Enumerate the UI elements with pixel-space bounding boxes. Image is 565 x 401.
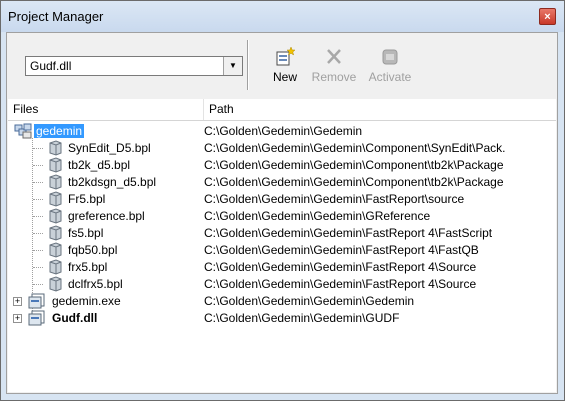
tree-connector	[33, 148, 43, 149]
expand-icon[interactable]: +	[13, 314, 22, 323]
tree-row[interactable]: fs5.bpl C:\Golden\Gedemin\Gedemin\FastRe…	[8, 225, 556, 242]
package-icon	[49, 208, 62, 224]
tree-item-label: fqb50.bpl	[68, 243, 118, 257]
toolbar: Gudf.dll ▼ New Remove Activate	[7, 33, 557, 98]
tree-row[interactable]: tb2kdsgn_d5.bpl C:\Golden\Gedemin\Gedemi…	[8, 174, 556, 191]
package-icon	[49, 157, 62, 173]
project-select-value: Gudf.dll	[30, 59, 72, 73]
activate-icon	[382, 49, 398, 65]
tree-item-path: C:\Golden\Gedemin\Gedemin\Component\tb2k…	[204, 158, 504, 172]
tree-item-path: C:\Golden\Gedemin\Gedemin\FastReport 4\S…	[204, 260, 477, 274]
tree-connector	[33, 165, 43, 166]
remove-icon	[327, 49, 341, 64]
tree-item-path: C:\Golden\Gedemin\Gedemin\FastReport 4\F…	[204, 243, 479, 257]
tree-item-path: C:\Golden\Gedemin\Gedemin\Component\SynE…	[204, 141, 506, 155]
tree-item-path: C:\Golden\Gedemin\Gedemin\FastReport 4\F…	[204, 226, 493, 240]
chevron-down-icon[interactable]: ▼	[223, 57, 242, 75]
tree-row[interactable]: frx5.bpl C:\Golden\Gedemin\Gedemin\FastR…	[8, 259, 556, 276]
tree-item-path: C:\Golden\Gedemin\Gedemin\GReference	[204, 209, 431, 223]
tree-item-label: gedemin.exe	[52, 294, 121, 308]
tree-connector	[33, 199, 43, 200]
package-icon	[49, 174, 62, 190]
tree-connector	[33, 267, 43, 268]
title-bar[interactable]: Project Manager ×	[1, 1, 564, 32]
tree-item-label: frx5.bpl	[68, 260, 108, 274]
project-icon	[28, 310, 45, 326]
package-icon	[49, 225, 62, 241]
tree-item-path: C:\Golden\Gedemin\Gedemin\GUDF	[204, 311, 400, 325]
tree-item-path: C:\Golden\Gedemin\Gedemin\Component\tb2k…	[204, 175, 504, 189]
tree-row-gedemin-exe[interactable]: + gedemin.exe C:\Golden\Gedemin\Gedemin\…	[8, 293, 556, 310]
expand-icon[interactable]: +	[13, 297, 22, 306]
project-tree[interactable]: gedemin C:\Golden\Gedemin\Gedemin SynEdi…	[8, 121, 556, 392]
tree-row-gudf-dll[interactable]: + Gudf.dll C:\Golden\Gedemin\Gedemin\GUD…	[8, 310, 556, 327]
tree-row[interactable]: tb2k_d5.bpl C:\Golden\Gedemin\Gedemin\Co…	[8, 157, 556, 174]
tree-item-label: Gudf.dll	[52, 311, 98, 325]
tree-item-label: fs5.bpl	[68, 226, 104, 240]
tree-connector	[33, 250, 43, 251]
new-button[interactable]: New	[267, 46, 303, 90]
project-select[interactable]: Gudf.dll ▼	[25, 56, 243, 76]
tree-connector	[33, 284, 43, 285]
client-area: Gudf.dll ▼ New Remove Activate Files Pat…	[6, 32, 558, 394]
remove-button-label: Remove	[311, 70, 357, 84]
toolbar-separator	[247, 40, 249, 90]
tree-item-path: C:\Golden\Gedemin\Gedemin\FastReport\sou…	[204, 192, 465, 206]
tree-connector	[33, 233, 43, 234]
tree-item-label: SynEdit_D5.bpl	[68, 141, 151, 155]
tree-item-label: tb2kdsgn_d5.bpl	[68, 175, 157, 189]
tree-item-path: C:\Golden\Gedemin\Gedemin\Gedemin	[204, 294, 415, 308]
window-title: Project Manager	[8, 9, 104, 24]
new-button-label: New	[272, 70, 297, 84]
package-icon	[49, 242, 62, 258]
tree-item-path: C:\Golden\Gedemin\Gedemin\FastReport 4\S…	[204, 277, 477, 291]
package-icon	[49, 191, 62, 207]
tree-item-label: dclfrx5.bpl	[68, 277, 123, 291]
tree-connector	[33, 216, 43, 217]
column-header-path[interactable]: Path	[204, 99, 556, 120]
tree-item-path: C:\Golden\Gedemin\Gedemin	[204, 124, 363, 138]
activate-button-label: Activate	[368, 70, 412, 84]
project-group-icon	[14, 123, 32, 139]
package-icon	[49, 140, 62, 156]
project-icon	[28, 293, 45, 309]
tree-row[interactable]: SynEdit_D5.bpl C:\Golden\Gedemin\Gedemin…	[8, 140, 556, 157]
tree-row[interactable]: dclfrx5.bpl C:\Golden\Gedemin\Gedemin\Fa…	[8, 276, 556, 293]
close-button[interactable]: ×	[539, 8, 556, 25]
tree-row[interactable]: Fr5.bpl C:\Golden\Gedemin\Gedemin\FastRe…	[8, 191, 556, 208]
remove-button[interactable]: Remove	[309, 46, 359, 90]
column-header-files[interactable]: Files	[8, 99, 204, 120]
tree-row[interactable]: fqb50.bpl C:\Golden\Gedemin\Gedemin\Fast…	[8, 242, 556, 259]
project-manager-window: Project Manager × Gudf.dll ▼ New Remove …	[0, 0, 565, 401]
new-project-icon	[276, 46, 296, 66]
package-icon	[49, 259, 62, 275]
activate-button[interactable]: Activate	[362, 46, 418, 90]
tree-connector	[33, 182, 43, 183]
tree-item-label: greference.bpl	[68, 209, 145, 223]
column-headers: Files Path	[8, 99, 556, 121]
tree-row-gedemin[interactable]: gedemin C:\Golden\Gedemin\Gedemin	[8, 123, 556, 140]
package-icon	[49, 276, 62, 292]
tree-item-label: tb2k_d5.bpl	[68, 158, 131, 172]
tree-item-label: Fr5.bpl	[68, 192, 106, 206]
tree-item-label: gedemin	[34, 124, 85, 138]
tree-row[interactable]: greference.bpl C:\Golden\Gedemin\Gedemin…	[8, 208, 556, 225]
